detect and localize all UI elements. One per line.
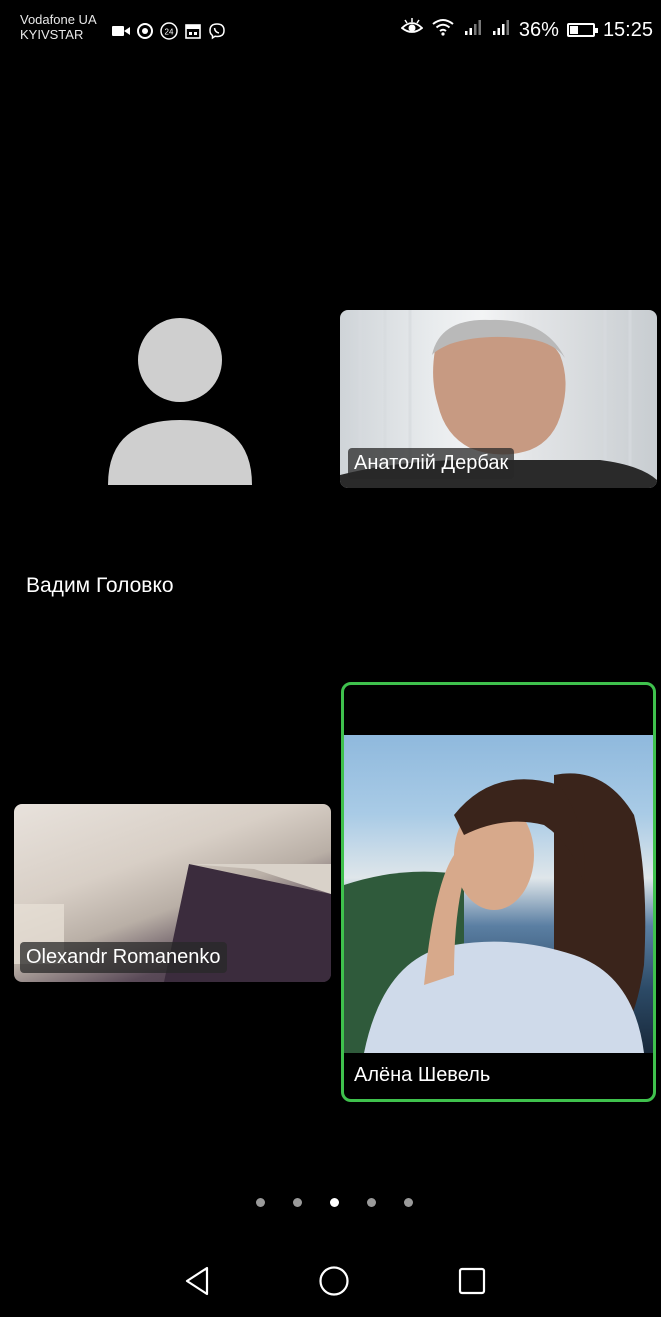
signal-icon bbox=[463, 18, 483, 42]
signal-icon bbox=[491, 18, 511, 42]
participant-name: Вадим Головко bbox=[26, 574, 174, 597]
page-dot-active[interactable] bbox=[330, 1198, 339, 1207]
active-speaker-tile[interactable]: Алёна Шевель bbox=[341, 682, 656, 1102]
navigation-bar bbox=[8, 1245, 661, 1317]
home-icon[interactable] bbox=[316, 1263, 352, 1299]
chrome-icon bbox=[136, 22, 154, 40]
participant-avatar[interactable] bbox=[88, 315, 258, 490]
battery-icon bbox=[566, 23, 598, 37]
wifi-icon bbox=[431, 18, 455, 42]
meeting-screen: Vodafone UA KYIVSTAR 24 36% 15:25 Вадим … bbox=[8, 0, 661, 1317]
svg-text:24: 24 bbox=[165, 28, 174, 37]
viber-icon bbox=[208, 22, 226, 40]
page-dot[interactable] bbox=[404, 1198, 413, 1207]
notification-icons: 24 bbox=[112, 22, 226, 40]
participant-video-tile[interactable]: Olexandr Romanenko bbox=[14, 804, 331, 982]
carrier-name-1: Vodafone UA bbox=[20, 12, 97, 27]
participant-video-tile[interactable]: Анатолій Дербак bbox=[340, 310, 657, 488]
person-silhouette-icon bbox=[108, 318, 252, 485]
participant-name: Анатолій Дербак bbox=[348, 448, 515, 479]
badge-24-icon: 24 bbox=[160, 22, 178, 40]
clock: 15:25 bbox=[602, 18, 653, 41]
carrier-name-2: KYIVSTAR bbox=[20, 27, 84, 42]
video-camera-icon bbox=[112, 22, 130, 40]
participant-name: Алёна Шевель bbox=[354, 1064, 491, 1086]
carrier-info: Vodafone UA KYIVSTAR bbox=[20, 12, 97, 42]
page-indicator[interactable] bbox=[8, 1198, 661, 1207]
page-dot[interactable] bbox=[293, 1198, 302, 1207]
status-bar: Vodafone UA KYIVSTAR 24 36% 15:25 bbox=[8, 0, 661, 62]
video-frame bbox=[344, 735, 653, 1053]
battery-percent: 36% bbox=[518, 18, 559, 41]
recents-icon[interactable] bbox=[454, 1263, 490, 1299]
status-right: 36% 15:25 bbox=[400, 18, 653, 42]
battery-level bbox=[569, 26, 578, 34]
eye-icon bbox=[400, 18, 424, 42]
back-icon[interactable] bbox=[179, 1263, 215, 1299]
participant-name: Olexandr Romanenko bbox=[20, 942, 227, 973]
calendar-icon bbox=[184, 22, 202, 40]
page-dot[interactable] bbox=[256, 1198, 265, 1207]
page-dot[interactable] bbox=[367, 1198, 376, 1207]
